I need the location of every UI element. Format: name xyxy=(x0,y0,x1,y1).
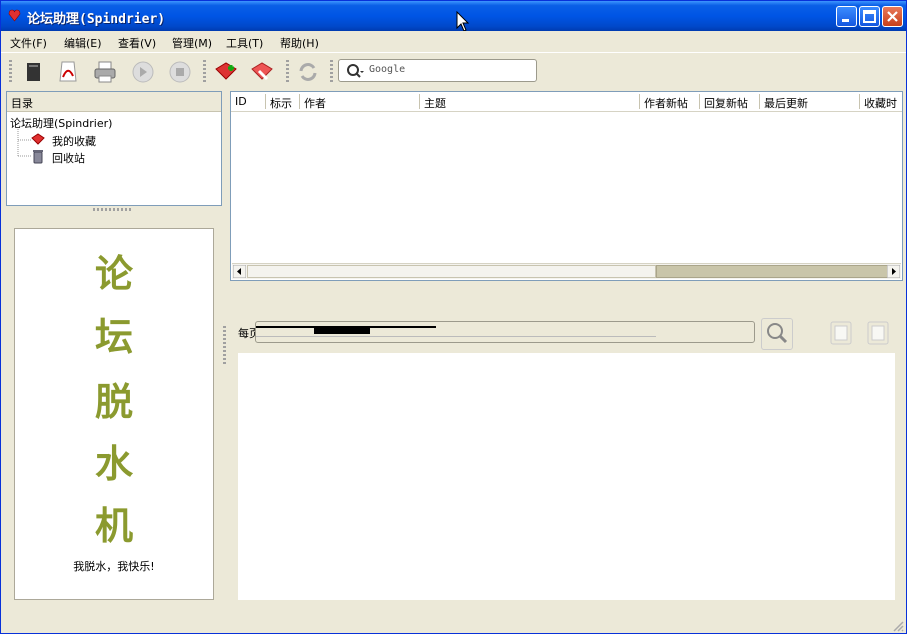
toolbar: Google xyxy=(1,52,906,90)
copy-button[interactable] xyxy=(827,318,857,348)
play-button[interactable] xyxy=(130,59,156,85)
menu-tools[interactable]: 工具(T) xyxy=(226,35,263,51)
book-button[interactable] xyxy=(21,59,47,85)
col-last-update[interactable]: 最后更新 xyxy=(764,95,808,111)
table-header: ID 标示 作者 主题 作者新帖 回复新帖 最后更新 收藏时 xyxy=(231,92,902,112)
status-bar xyxy=(1,614,906,633)
mouse-cursor-icon xyxy=(456,11,470,32)
pager-divider xyxy=(256,336,656,337)
minimize-icon xyxy=(842,19,849,22)
col-separator[interactable] xyxy=(265,94,266,109)
content-viewer[interactable] xyxy=(238,353,895,600)
logo-panel: 论 坛 脱 水 机 我脱水，我快乐! xyxy=(14,228,214,600)
col-reply-new[interactable]: 回复新帖 xyxy=(704,95,748,111)
tree-header: 目录 xyxy=(7,92,221,112)
calligraphy-char-4: 水 xyxy=(94,441,133,486)
search-icon xyxy=(347,64,364,78)
tree-panel: 目录 论坛助理(Spindrier) 我的收藏 回收站 xyxy=(6,91,222,206)
paste-icon xyxy=(867,321,889,345)
print-icon xyxy=(94,61,116,83)
magnifier-icon xyxy=(767,323,788,344)
book-icon xyxy=(27,63,40,81)
tree-item-recycle-bin[interactable]: 回收站 xyxy=(52,150,85,166)
scroll-track[interactable] xyxy=(247,265,656,278)
favorites-icon xyxy=(31,133,45,145)
paste-button[interactable] xyxy=(864,318,894,348)
left-splitter[interactable] xyxy=(93,208,133,211)
col-separator[interactable] xyxy=(699,94,700,109)
close-icon xyxy=(887,11,898,22)
toolbar-grip-4[interactable] xyxy=(330,60,333,84)
calligraphy-char-3: 脱 xyxy=(94,379,133,424)
col-separator[interactable] xyxy=(419,94,420,109)
copy-icon xyxy=(830,321,852,345)
recycle-bin-icon xyxy=(33,150,43,164)
col-separator[interactable] xyxy=(299,94,300,109)
calligraphy-char-1: 论 xyxy=(94,251,133,296)
remove-favorite-icon xyxy=(251,62,273,81)
search-box[interactable]: Google xyxy=(338,59,537,82)
title-bar[interactable]: 论坛助理(Spindrier) xyxy=(1,1,906,31)
calligraphy-char-5: 机 xyxy=(94,503,133,548)
col-subject[interactable]: 主题 xyxy=(424,95,446,111)
menu-file[interactable]: 文件(F) xyxy=(10,35,47,51)
col-separator[interactable] xyxy=(859,94,860,109)
app-icon xyxy=(8,9,21,22)
calligraphy-char-2: 坛 xyxy=(94,314,133,359)
pager-progress-block xyxy=(314,328,370,334)
col-author-new[interactable]: 作者新帖 xyxy=(644,95,688,111)
pdf-button[interactable] xyxy=(55,59,81,85)
col-separator[interactable] xyxy=(759,94,760,109)
remove-favorite-button[interactable] xyxy=(249,59,275,85)
stop-icon xyxy=(169,61,191,83)
vertical-splitter[interactable] xyxy=(223,326,226,366)
refresh-button[interactable] xyxy=(295,59,321,85)
menu-help[interactable]: 帮助(H) xyxy=(280,35,319,51)
slogan-text: 我脱水，我快乐! xyxy=(73,560,155,573)
col-favorited-time[interactable]: 收藏时 xyxy=(864,95,897,111)
col-id[interactable]: ID xyxy=(235,95,247,108)
posts-table: ID 标示 作者 主题 作者新帖 回复新帖 最后更新 收藏时 xyxy=(230,91,903,281)
search-go-button[interactable] xyxy=(761,318,793,350)
search-input[interactable]: Google xyxy=(369,64,405,75)
menu-edit[interactable]: 编辑(E) xyxy=(64,35,102,51)
menu-view[interactable]: 查看(V) xyxy=(118,35,156,51)
table-hscrollbar[interactable] xyxy=(232,263,901,279)
refresh-icon xyxy=(299,63,317,81)
play-icon xyxy=(132,61,154,83)
stop-button[interactable] xyxy=(167,59,193,85)
col-author[interactable]: 作者 xyxy=(304,95,326,111)
tree-header-label: 目录 xyxy=(11,97,33,110)
pdf-icon xyxy=(59,61,77,82)
pager-field[interactable] xyxy=(255,321,755,343)
resize-grip-icon[interactable] xyxy=(892,620,904,632)
maximize-icon xyxy=(863,10,876,23)
pager-bar: 每页 xyxy=(233,318,755,344)
toolbar-grip-2[interactable] xyxy=(203,60,206,84)
print-button[interactable] xyxy=(92,59,118,85)
col-mark[interactable]: 标示 xyxy=(270,95,292,111)
scroll-left-icon[interactable] xyxy=(233,265,246,278)
window-title: 论坛助理(Spindrier) xyxy=(27,12,166,27)
maximize-button[interactable] xyxy=(859,6,880,27)
add-favorite-button[interactable] xyxy=(213,59,239,85)
app-window: 论坛助理(Spindrier) 文件(F) 编辑(E) 查看(V) 管理(M) … xyxy=(0,0,907,634)
scroll-thumb[interactable] xyxy=(656,265,889,278)
menu-manage[interactable]: 管理(M) xyxy=(172,35,212,51)
add-favorite-icon xyxy=(215,62,237,80)
toolbar-grip-3[interactable] xyxy=(286,60,289,84)
scroll-right-icon[interactable] xyxy=(887,265,900,278)
toolbar-grip[interactable] xyxy=(9,60,12,84)
close-button[interactable] xyxy=(882,6,903,27)
menu-bar: 文件(F) 编辑(E) 查看(V) 管理(M) 工具(T) 帮助(H) xyxy=(1,31,906,52)
col-separator[interactable] xyxy=(639,94,640,109)
tree-item-favorites[interactable]: 我的收藏 xyxy=(52,133,96,149)
minimize-button[interactable] xyxy=(836,6,857,27)
